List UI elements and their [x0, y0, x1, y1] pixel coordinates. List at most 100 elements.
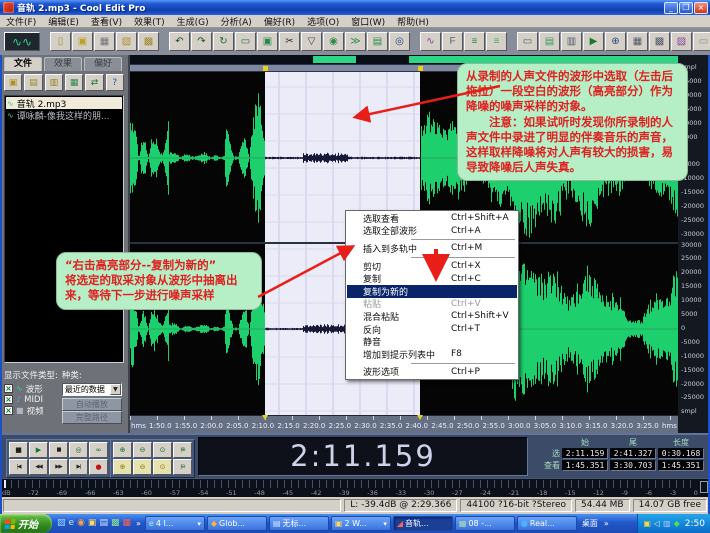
waveform-multitrack-toggle-button[interactable]: ∿∿	[4, 32, 40, 51]
loop-button[interactable]: ∞	[89, 442, 108, 458]
tray-display-icon[interactable]: ▥	[663, 520, 671, 528]
fullpath-button[interactable]: 完整路径	[62, 411, 122, 424]
menu-item-mix-paste[interactable]: 混合粘贴 Ctrl+Shift+V	[347, 310, 517, 323]
zoom-selection-button[interactable]: ⊙	[153, 442, 172, 458]
menu-item-copy[interactable]: 复制 Ctrl+C	[347, 272, 517, 285]
taskbar-task-untitled[interactable]: ▤ 无标...	[269, 516, 329, 531]
menu-item-select-view[interactable]: 选取查看 Ctrl+Shift+A	[347, 212, 517, 225]
file-item-song[interactable]: ∿ 谭咏麟-像我这样的朋...	[6, 109, 122, 121]
scrub-button[interactable]: ⊕	[605, 32, 626, 51]
panel-close-file-button[interactable]: ▤	[24, 74, 42, 91]
taskbar-task-glob[interactable]: ◆ Glob...	[207, 516, 267, 531]
menu-item-copy-to-new[interactable]: 复制为新的	[347, 285, 517, 298]
filter-button[interactable]: F	[442, 32, 463, 51]
go-to-end-button[interactable]: ▶|	[69, 459, 88, 475]
cut-button[interactable]: ✂	[279, 32, 300, 51]
close-button[interactable]: ×	[694, 2, 708, 14]
play-toolbar-button[interactable]: ▶	[583, 32, 604, 51]
restore-button[interactable]: ❐	[679, 2, 693, 14]
insert-to-multitrack-button[interactable]: ≫	[345, 32, 366, 51]
zoom-in-button[interactable]: ⊕	[113, 442, 132, 458]
zoom-left-edge-button[interactable]: ⊙	[153, 459, 172, 475]
play-button[interactable]: ▶	[29, 442, 48, 458]
panel-save-as-button[interactable]: ▥	[45, 74, 63, 91]
ql-media-player-icon[interactable]: ◉	[77, 519, 85, 528]
colors-button[interactable]: ▨	[671, 32, 692, 51]
go-to-start-button[interactable]: |◀	[9, 459, 28, 475]
selection-end-handle[interactable]	[418, 66, 423, 71]
open-file-button[interactable]: ▣	[72, 32, 93, 51]
menu-options[interactable]: 选项(O)	[301, 15, 345, 28]
filetype-waveform[interactable]: × ∿ 波形	[4, 383, 58, 394]
autoplay-button[interactable]: 自动播放	[62, 398, 122, 411]
panel-switch-view-button[interactable]: ⇄	[85, 74, 103, 91]
chevron-down-icon[interactable]: ▼	[110, 384, 121, 395]
record-button[interactable]: ●	[89, 459, 108, 475]
fast-forward-button[interactable]: ▶▶	[49, 459, 68, 475]
repeat-command-button[interactable]: ↻	[213, 32, 234, 51]
select-view-button[interactable]: ▭	[235, 32, 256, 51]
empty-doc-button[interactable]: ▭	[693, 32, 710, 51]
window-tile-button[interactable]: ▭	[517, 32, 538, 51]
ql-photoshop-icon[interactable]: ▩	[111, 519, 120, 528]
taskbar-task-ie-group[interactable]: e 4 I...	[145, 516, 205, 531]
tab-effects[interactable]: 效果	[44, 57, 82, 71]
menu-item-select-entire-wave[interactable]: 选取全部波形 Ctrl+A	[347, 225, 517, 238]
zoom-in-vertical-button[interactable]: ⊕	[113, 459, 132, 475]
menu-item-mute[interactable]: 静音	[347, 335, 517, 348]
timeline-ruler[interactable]: hms1:50.01:55.02:00.02:05.02:10.02:15.02…	[130, 415, 678, 433]
paste-button[interactable]: ▽	[301, 32, 322, 51]
ql-ie-icon[interactable]: e	[69, 519, 75, 528]
session-info-button[interactable]: ▦	[627, 32, 648, 51]
pause-button[interactable]: ▮▮	[49, 442, 68, 458]
desktop-toolbar-label[interactable]: 桌面	[582, 518, 598, 529]
stop-button[interactable]: ■	[9, 442, 28, 458]
zoom-right-edge-button[interactable]: |⊖	[173, 459, 192, 475]
redo-button[interactable]: ↷	[191, 32, 212, 51]
track-mixer-button[interactable]: ≡	[486, 32, 507, 51]
save-file-button[interactable]: ▦	[94, 32, 115, 51]
panel-insert-multitrack-button[interactable]: ▦	[65, 74, 83, 91]
menu-item-invert[interactable]: 反向 Ctrl+T	[347, 323, 517, 336]
copy-button[interactable]: ▣	[257, 32, 278, 51]
cd-player-button[interactable]: ▥	[561, 32, 582, 51]
file-item-track2[interactable]: ∿ 音轨 2.mp3	[6, 97, 122, 109]
menu-item-paste[interactable]: 粘贴 Ctrl+V	[347, 298, 517, 311]
taskbar-task-explorer-group[interactable]: ▣ 2 W...	[331, 516, 391, 531]
mix-paste-button[interactable]: ◉	[323, 32, 344, 51]
menu-file[interactable]: 文件(F)	[0, 15, 42, 28]
new-file-button[interactable]: ▯	[50, 32, 71, 51]
panel-help-button[interactable]: ?	[106, 74, 124, 91]
minimize-button[interactable]: _	[664, 2, 678, 14]
rewind-button[interactable]: ◀◀	[29, 459, 48, 475]
menu-edit[interactable]: 编辑(E)	[42, 15, 85, 28]
start-button[interactable]: 开始	[0, 514, 52, 533]
tray-antivirus-icon[interactable]: ◆	[674, 520, 680, 528]
kind-dropdown[interactable]: 最近的数据 ▼	[62, 383, 122, 396]
play-looped-button[interactable]: ◎	[69, 442, 88, 458]
taskbar-task-cooledit[interactable]: ◢ 音轨...	[393, 516, 453, 531]
menu-effects[interactable]: 效果(T)	[128, 15, 171, 28]
taskbar-task-media-08[interactable]: ▦ 08 -...	[455, 516, 515, 531]
undo-button[interactable]: ↶	[169, 32, 190, 51]
spectral-view-button[interactable]: ▤	[539, 32, 560, 51]
menu-help[interactable]: 帮助(H)	[391, 15, 435, 28]
taskbar-task-realplayer[interactable]: ● Real...	[517, 516, 577, 531]
zoom-out-vertical-button[interactable]: ⊖	[133, 459, 152, 475]
ql-show-desktop-icon[interactable]: ▨	[57, 519, 66, 528]
tab-files[interactable]: 文件	[4, 57, 42, 71]
find-beats-button[interactable]: ◎	[389, 32, 410, 51]
filetype-video[interactable]: × ■ 视频	[4, 405, 58, 416]
sync-cursor-button[interactable]: ▩	[649, 32, 670, 51]
menu-view[interactable]: 查看(V)	[85, 15, 128, 28]
selection-start-handle[interactable]	[263, 66, 268, 71]
menu-item-add-to-cue-list[interactable]: 增加到提示列表中 F8	[347, 348, 517, 361]
menu-window[interactable]: 窗口(W)	[345, 15, 391, 28]
quick-launch-overflow-chevron[interactable]: »	[136, 519, 141, 528]
checkbox-icon[interactable]: ×	[4, 406, 13, 415]
menu-favorites[interactable]: 偏好(R)	[258, 15, 301, 28]
save-all-button[interactable]: ▩	[138, 32, 159, 51]
zoom-out-button[interactable]: ⊖	[133, 442, 152, 458]
tray-volume-icon[interactable]: ◁	[654, 520, 660, 528]
desktop-toolbar-chevron[interactable]: »	[604, 519, 609, 528]
